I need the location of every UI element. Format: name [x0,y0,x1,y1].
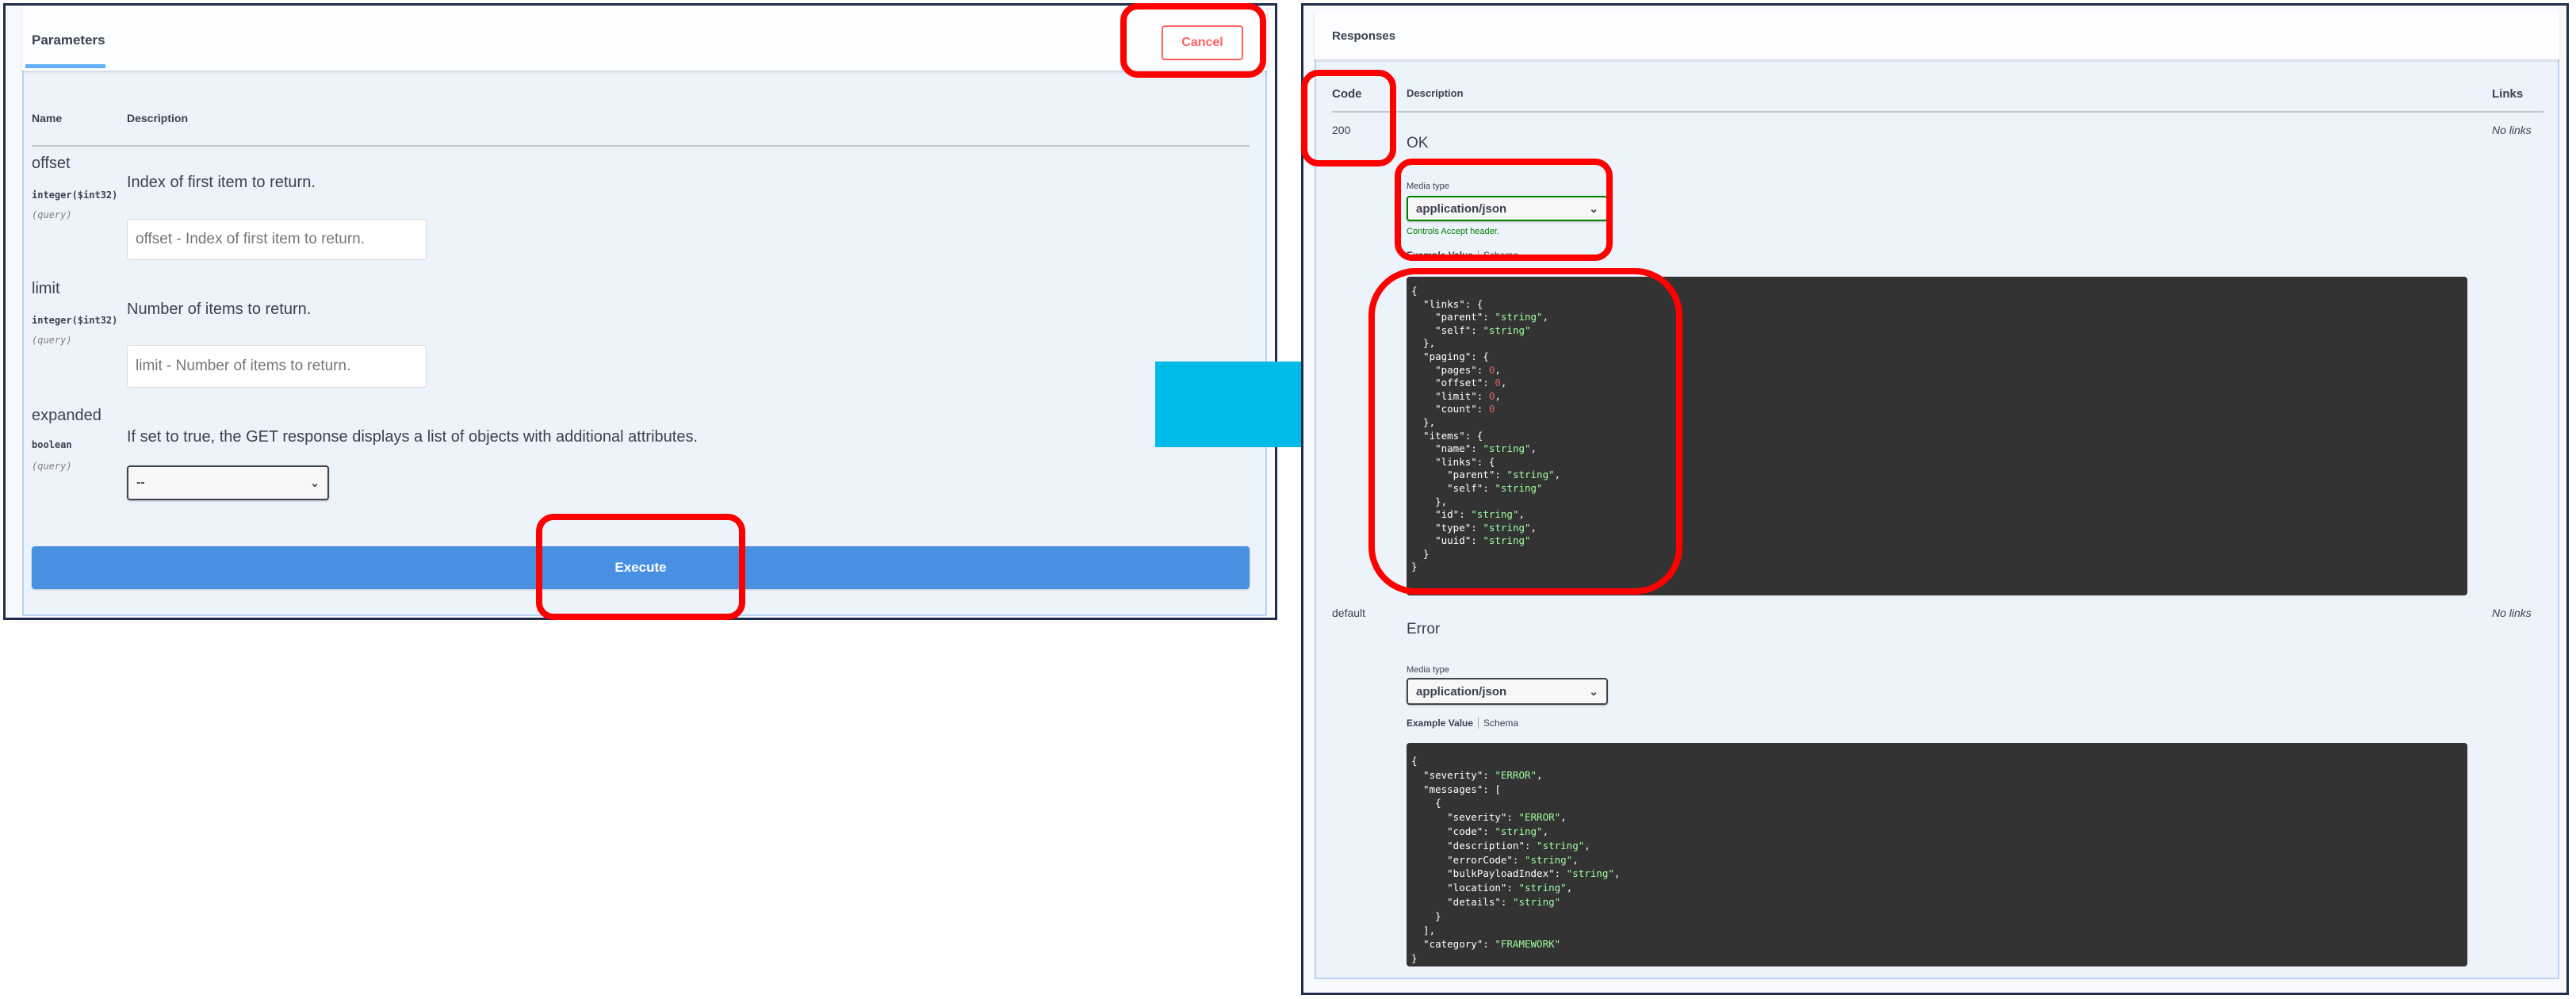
chevron-down-icon: ⌄ [310,476,320,489]
response-links: No links [2492,124,2532,136]
param-location: (query) [32,461,72,472]
param-description: Number of items to return. [127,300,312,318]
param-description: If set to true, the GET response display… [127,428,698,446]
response-description: Error [1407,621,1441,637]
param-name: expanded [32,407,101,424]
param-name: limit [32,280,60,297]
column-description: Description [1407,87,1464,99]
param-location: (query) [32,209,72,220]
tab-separator [1478,718,1479,729]
response-code: default [1332,607,1366,619]
param-type: integer($int32) [32,315,118,326]
media-type-label: Media type [1407,665,1449,675]
column-links: Links [2492,87,2524,101]
param-description: Index of first item to return. [127,174,316,191]
parameters-header: Parameters [22,6,1267,71]
cancel-highlight [1120,3,1266,78]
example-value-code: { "severity": "ERROR", "messages": [ { "… [1407,743,2467,966]
responses-header: Responses [1315,10,2559,59]
limit-input[interactable] [127,345,427,388]
header-divider [32,145,1250,147]
tab-schema[interactable]: Schema [1483,718,1518,729]
expanded-selected-value: -- [136,476,145,489]
header-divider [1332,111,2543,113]
example-tabs: Example Value Schema [1407,718,1518,729]
response-description: OK [1407,135,1429,151]
offset-input[interactable] [127,219,427,260]
code-column-highlight [1301,70,1396,166]
tab-example-value[interactable]: Example Value [1407,718,1473,729]
expanded-select[interactable]: -- ⌄ [127,465,329,500]
chevron-down-icon: ⌄ [1589,684,1598,698]
media-type-highlight [1395,159,1613,261]
response-links: No links [2492,607,2532,619]
param-type: boolean [32,439,72,450]
column-description: Description [127,112,189,124]
tab-parameters[interactable]: Parameters [32,33,105,48]
column-name: Name [32,112,63,124]
responses-title: Responses [1332,29,1396,43]
param-type: integer($int32) [32,189,118,201]
execute-highlight [536,514,745,620]
media-type-select[interactable]: application/json ⌄ [1407,678,1608,705]
param-location: (query) [32,335,72,346]
media-type-value: application/json [1416,684,1507,699]
tab-active-underline [25,64,105,68]
param-name: offset [32,155,71,172]
example-code-highlight [1368,268,1682,595]
